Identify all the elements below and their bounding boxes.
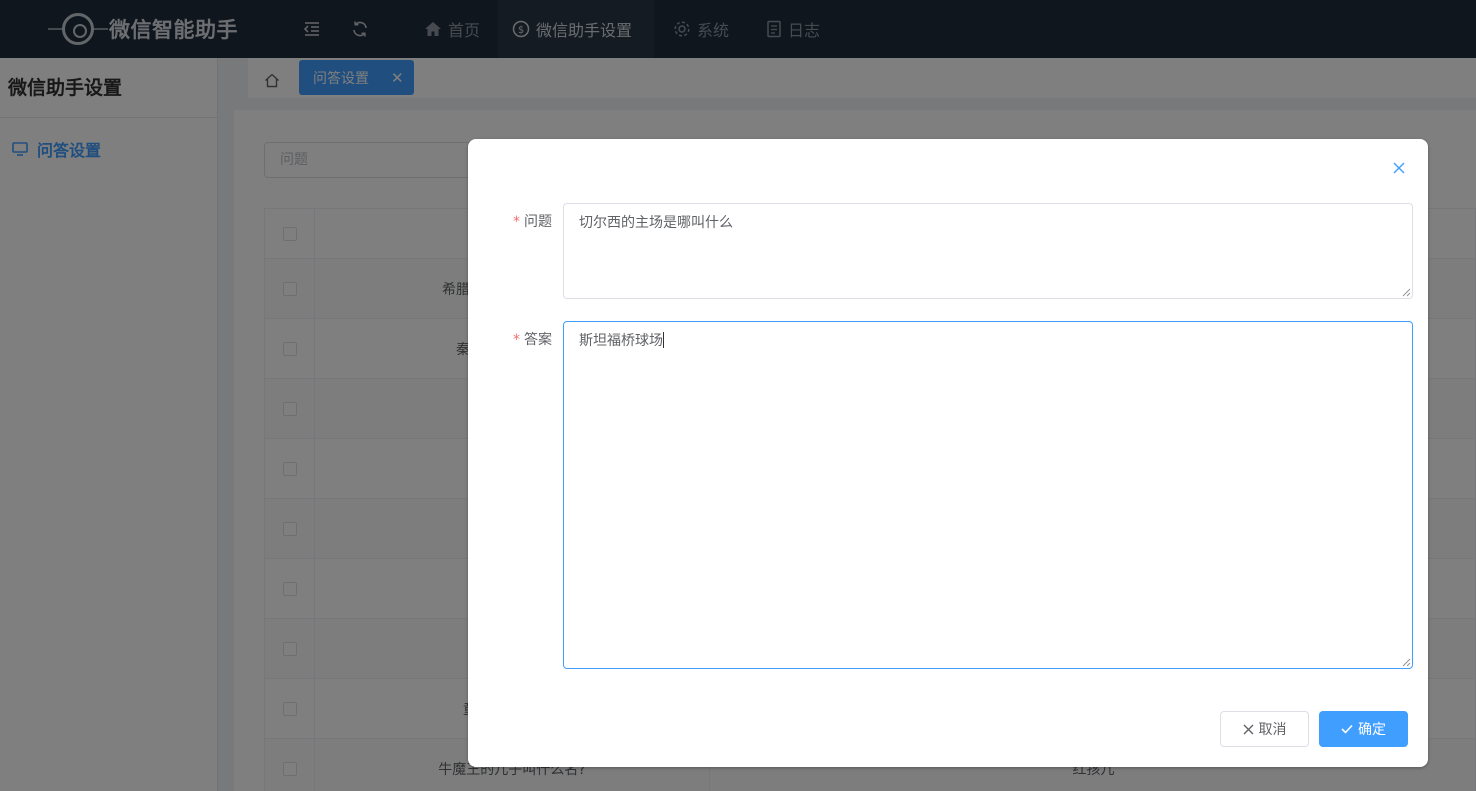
edit-qa-dialog: * 问题 切尔西的主场是哪叫什么 * 答案 斯坦福桥球场 取消 确定	[468, 139, 1428, 767]
resize-handle-icon[interactable]	[1402, 288, 1411, 297]
check-icon	[1341, 724, 1353, 734]
required-mark: *	[513, 332, 520, 348]
answer-label: * 答案	[468, 329, 552, 349]
required-mark: *	[513, 214, 520, 230]
answer-value: 斯坦福桥球场	[579, 333, 663, 349]
question-value: 切尔西的主场是哪叫什么	[579, 215, 733, 231]
cancel-button[interactable]: 取消	[1220, 711, 1309, 747]
text-caret	[663, 332, 664, 348]
close-icon[interactable]	[1390, 159, 1408, 177]
confirm-label: 确定	[1358, 722, 1386, 738]
answer-label-text: 答案	[524, 332, 552, 348]
close-icon	[1243, 724, 1253, 734]
question-textarea[interactable]: 切尔西的主场是哪叫什么	[563, 203, 1413, 299]
answer-textarea[interactable]: 斯坦福桥球场	[563, 321, 1413, 669]
resize-handle-icon[interactable]	[1402, 658, 1411, 667]
question-label-text: 问题	[524, 214, 552, 230]
cancel-label: 取消	[1258, 722, 1287, 738]
question-label: * 问题	[468, 211, 552, 231]
confirm-button[interactable]: 确定	[1319, 711, 1408, 747]
